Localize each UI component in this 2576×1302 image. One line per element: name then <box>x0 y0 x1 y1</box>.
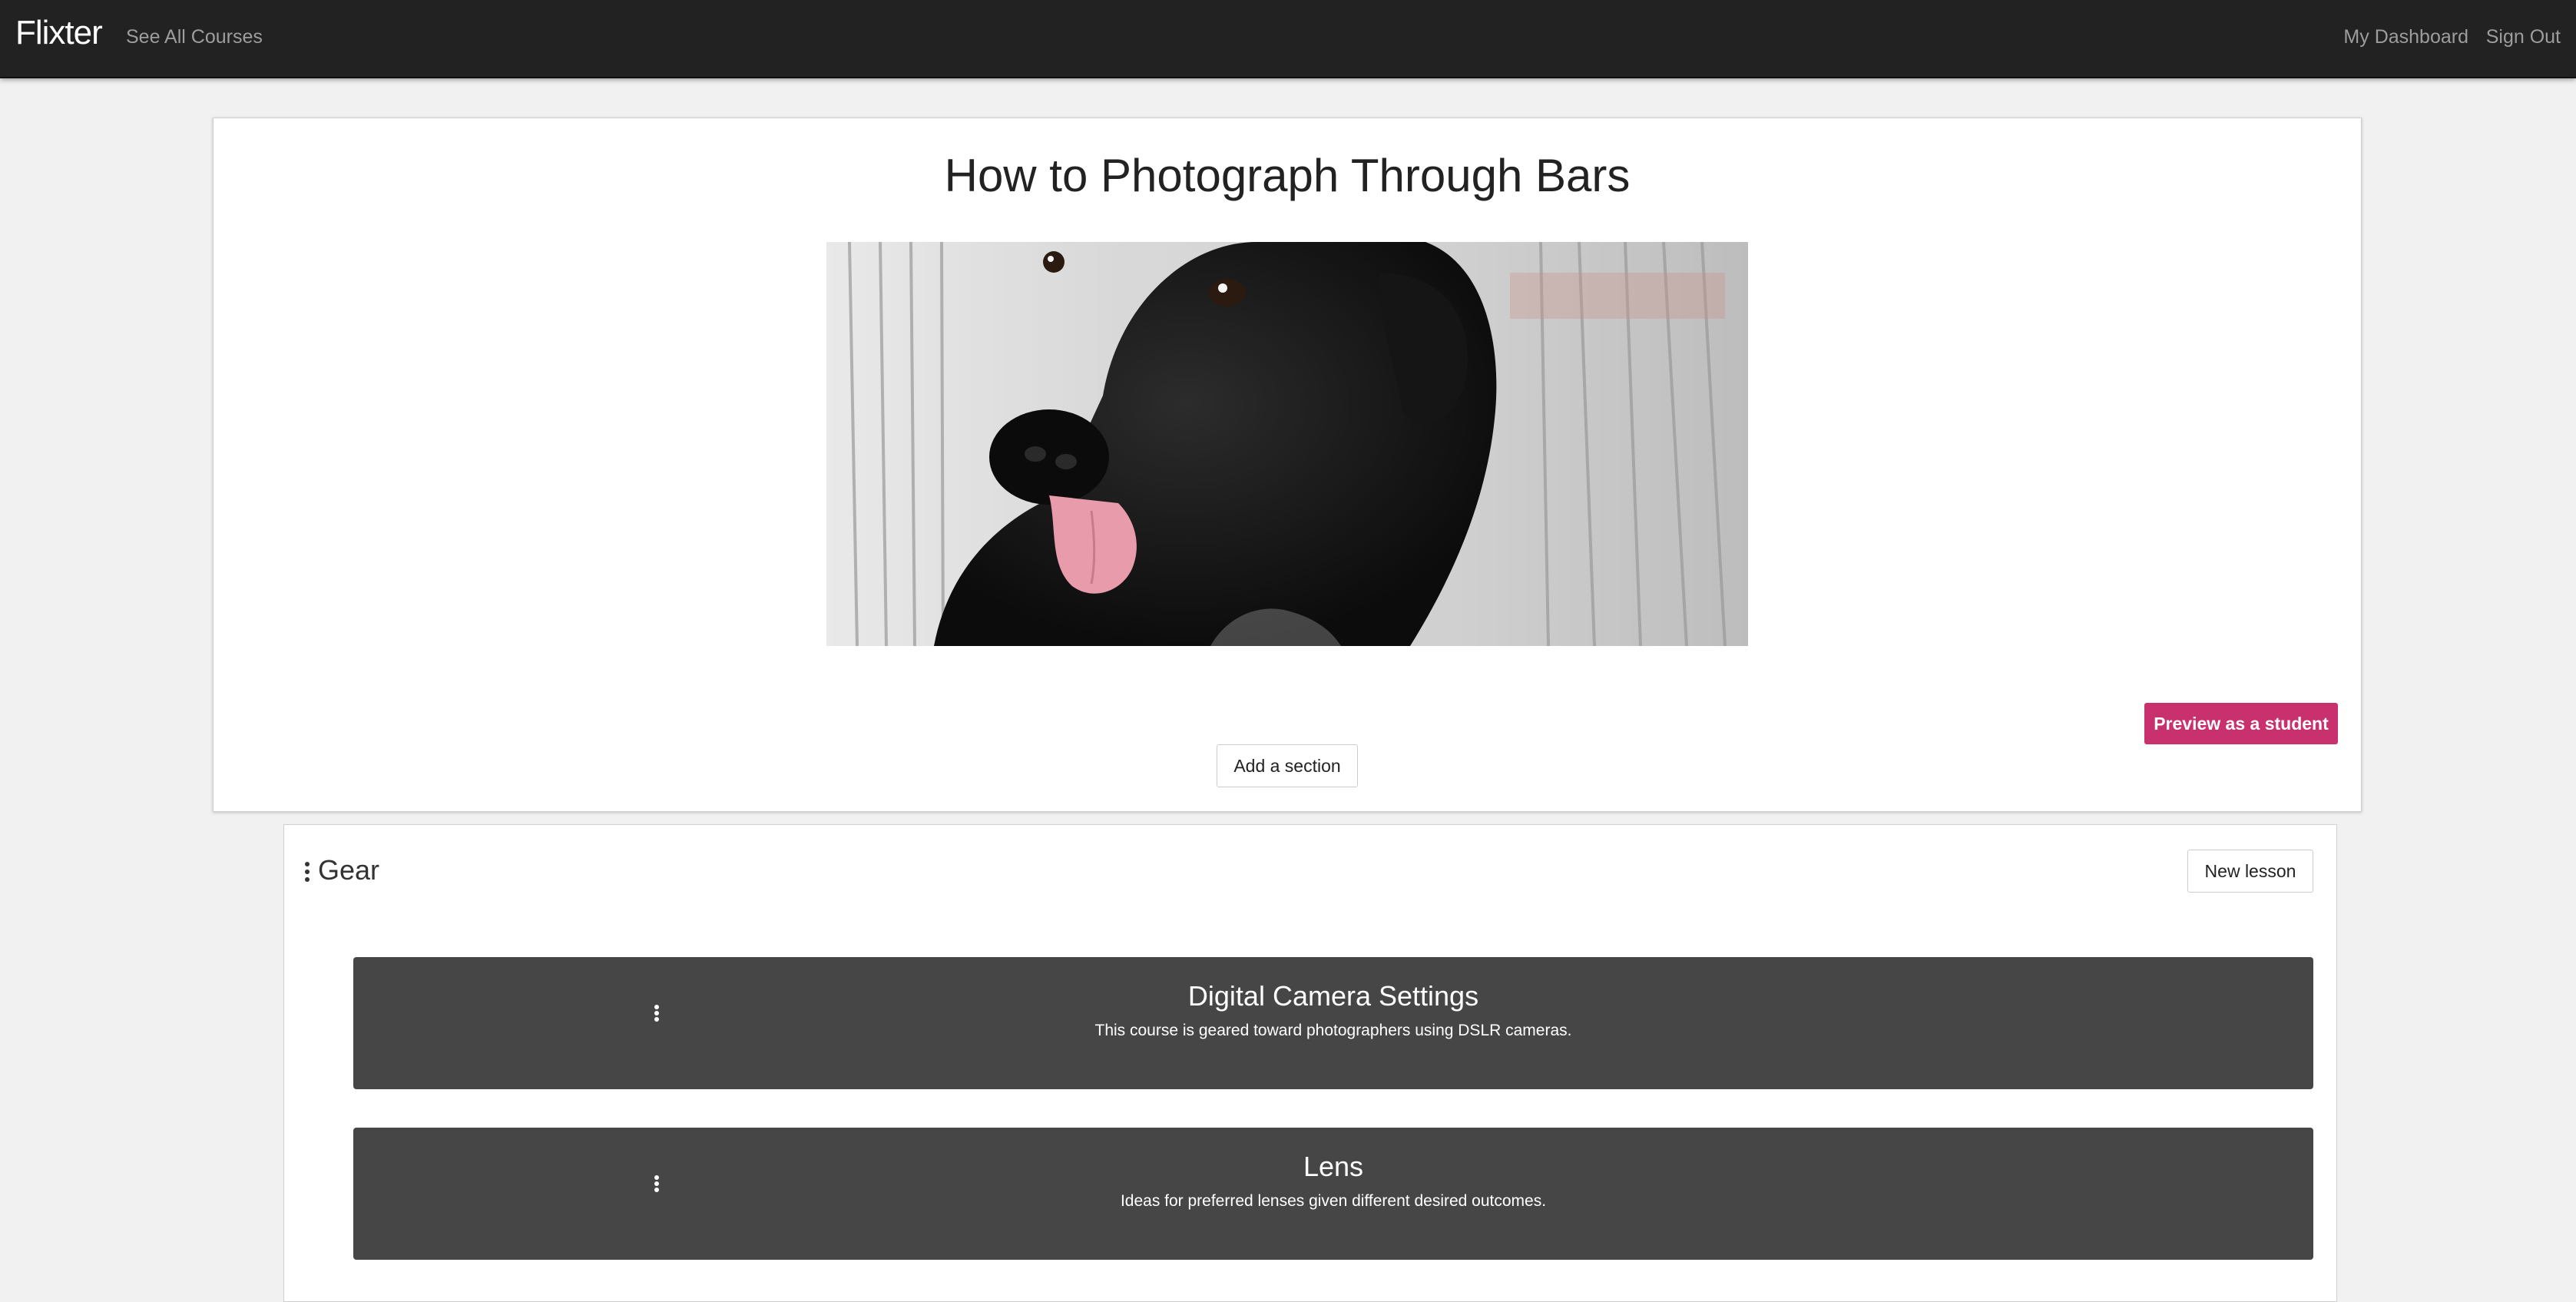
section-card: Gear New lesson Digital Camera Settings … <box>283 824 2337 1302</box>
lesson-description: This course is geared toward photographe… <box>1094 1022 1572 1039</box>
dog-photo <box>826 242 1748 646</box>
course-card: How to Photograph Through Bars Preview a… <box>213 118 2362 812</box>
see-all-courses-link[interactable]: See All Courses <box>126 26 263 48</box>
lesson-description: Ideas for preferred lenses given differe… <box>1120 1192 1547 1210</box>
lesson-card[interactable]: Digital Camera Settings This course is g… <box>353 957 2313 1089</box>
top-navbar: Flixter See All Courses My Dashboard Sig… <box>0 0 2576 78</box>
sign-out-link[interactable]: Sign Out <box>2486 26 2561 48</box>
course-image <box>826 242 1748 646</box>
course-title: How to Photograph Through Bars <box>944 150 1631 201</box>
add-section-button[interactable]: Add a section <box>1217 744 1358 787</box>
brand-logo[interactable]: Flixter <box>15 14 103 52</box>
lesson-title: Lens <box>1303 1151 1364 1182</box>
lesson-title: Digital Camera Settings <box>1187 980 1479 1012</box>
new-lesson-button[interactable]: New lesson <box>2187 850 2313 893</box>
preview-as-student-button[interactable]: Preview as a student <box>2144 703 2338 744</box>
drag-handle-icon[interactable] <box>305 862 311 882</box>
my-dashboard-link[interactable]: My Dashboard <box>2343 26 2468 48</box>
section-title[interactable]: Gear <box>318 854 379 886</box>
lesson-card[interactable]: Lens Ideas for preferred lenses given di… <box>353 1128 2313 1260</box>
